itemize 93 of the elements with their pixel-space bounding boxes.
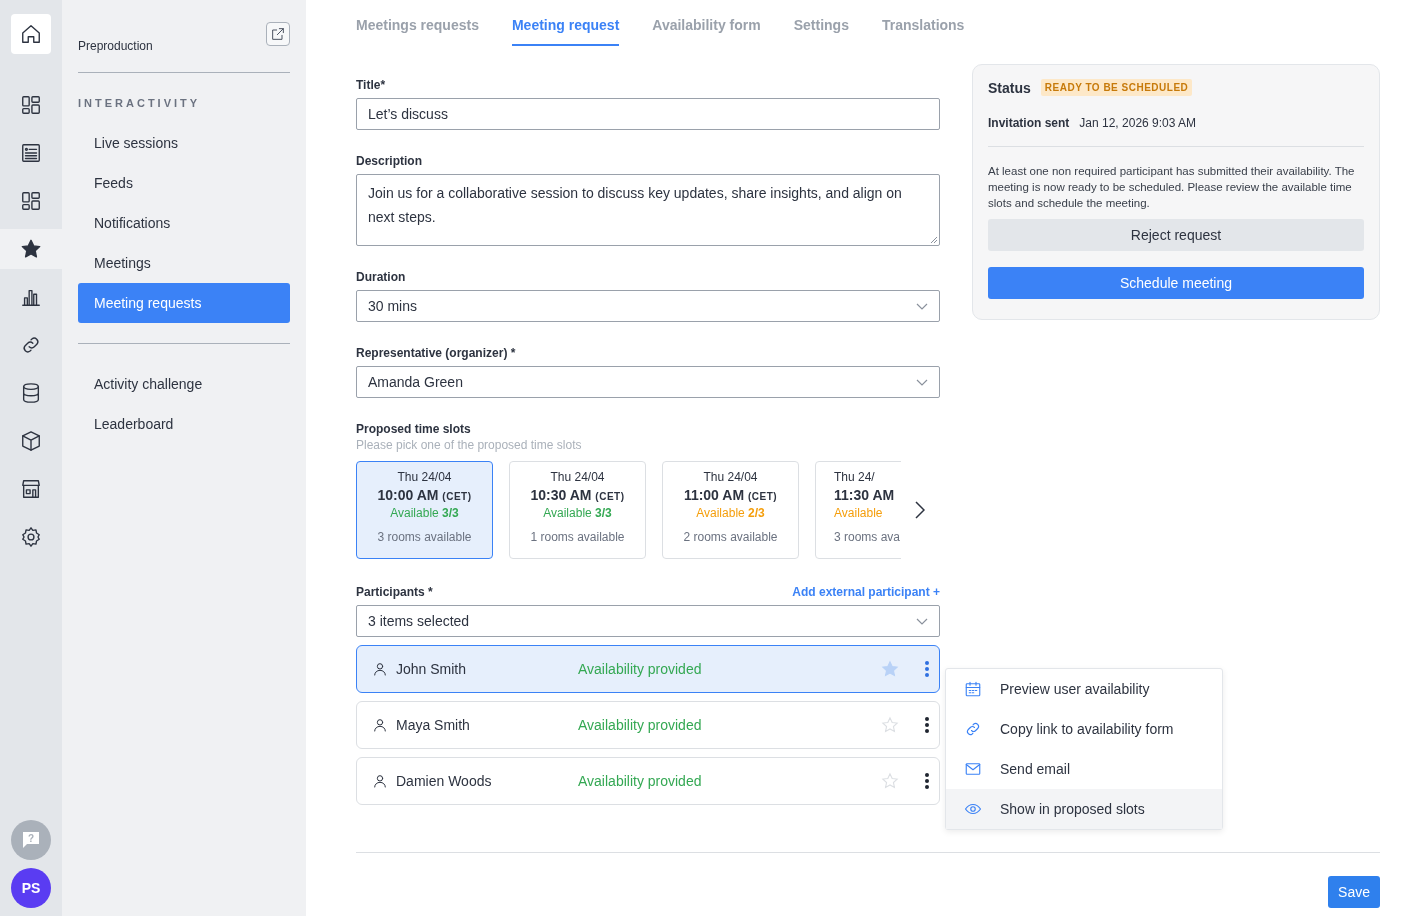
status-badge: READY TO BE SCHEDULED bbox=[1040, 79, 1193, 96]
select-field[interactable]: 30 mins bbox=[356, 290, 940, 322]
participant-name: Damien Woods bbox=[396, 773, 492, 789]
sidebar-item[interactable]: Live sessions bbox=[78, 123, 290, 163]
field-label: Description bbox=[356, 154, 423, 168]
box-icon bbox=[20, 430, 42, 452]
help-icon: ? bbox=[21, 830, 41, 850]
person-icon bbox=[372, 717, 388, 733]
slot-time: 11:30 AM bbox=[834, 487, 895, 503]
home-icon bbox=[20, 23, 42, 45]
database-icon bbox=[20, 382, 42, 404]
field-label: Participants * bbox=[356, 585, 433, 599]
slot-date: Thu 24/04 bbox=[397, 470, 452, 484]
participant-name: Maya Smith bbox=[396, 717, 470, 733]
nav-rail-item[interactable] bbox=[0, 229, 62, 269]
settings-icon bbox=[20, 526, 42, 548]
sidebar-item[interactable]: Meeting requests bbox=[78, 283, 290, 323]
slot-time: 11:00 AM (CET) bbox=[683, 487, 778, 503]
participant-name: John Smith bbox=[396, 661, 467, 677]
slot-availability: Available 3/3 bbox=[543, 506, 612, 520]
home-button[interactable] bbox=[11, 14, 51, 54]
star-icon[interactable] bbox=[881, 716, 899, 734]
field-label: Representative (organizer) * bbox=[356, 346, 517, 360]
availability-status: Availability provided bbox=[578, 773, 703, 789]
slot-availability: Available 2/3 bbox=[696, 506, 765, 520]
time-slot-card[interactable]: Thu 24/04 10:00 AM (CET) Available 3/3 3 rooms available bbox=[356, 461, 493, 559]
slot-rooms: 1 rooms available bbox=[530, 530, 625, 544]
slot-rooms: 2 rooms available bbox=[683, 530, 778, 544]
menu-item[interactable]: Preview user availability bbox=[946, 669, 1222, 709]
slot-rooms: 3 rooms ava bbox=[834, 530, 901, 544]
sidebar-item[interactable]: Meetings bbox=[78, 243, 290, 283]
status-message: At least one non required participant has submitted their availability. The meeting is now ready to be scheduled. Please review the available time slots and schedule the meeting. bbox=[988, 164, 1356, 211]
time-slot-card[interactable]: Thu 24/04 11:00 AM (CET) Available 2/3 2 rooms available bbox=[662, 461, 799, 559]
person-icon bbox=[372, 661, 388, 677]
participant-row[interactable]: Maya Smith Availability provided bbox=[356, 701, 940, 749]
title-field[interactable]: Let’s discuss bbox=[356, 98, 940, 130]
sidebar-item[interactable]: Activity challenge bbox=[78, 364, 290, 404]
reject-button[interactable]: Reject request bbox=[988, 219, 1364, 251]
star-icon[interactable] bbox=[881, 660, 899, 678]
open-external-button[interactable] bbox=[266, 22, 290, 46]
schedule-button[interactable]: Schedule meeting bbox=[988, 267, 1364, 299]
section-title: INTERACTIVITY bbox=[78, 97, 202, 109]
slot-time: 10:00 AM (CET) bbox=[377, 487, 472, 503]
slot-date: Thu 24/ bbox=[834, 470, 875, 484]
sidebar-item[interactable]: Notifications bbox=[78, 203, 290, 243]
field-label: Proposed time slots bbox=[356, 422, 472, 436]
save-button[interactable]: Save bbox=[1328, 876, 1380, 908]
resize-handle-icon bbox=[930, 236, 938, 244]
dashboard-icon bbox=[20, 190, 42, 212]
tab[interactable]: Meeting request bbox=[511, 17, 620, 46]
field-label: Duration bbox=[356, 270, 407, 284]
person-icon bbox=[372, 773, 388, 789]
invitation-date: Jan 12, 2026 9:03 AM bbox=[1079, 116, 1197, 130]
dashboard-icon bbox=[20, 94, 42, 116]
slot-availability: Available 3/3 bbox=[390, 506, 459, 520]
sidebar-item[interactable]: Feeds bbox=[78, 163, 290, 203]
participant-row[interactable]: John Smith Availability provided bbox=[356, 645, 940, 693]
menu-item[interactable]: Show in proposed slots bbox=[946, 789, 1222, 829]
participant-row[interactable]: Damien Woods Availability provided bbox=[356, 757, 940, 805]
sidebar-item[interactable]: Leaderboard bbox=[78, 404, 290, 444]
link-icon bbox=[20, 334, 42, 356]
select-field[interactable]: Amanda Green bbox=[356, 366, 940, 398]
menu-item[interactable]: Copy link to availability form bbox=[946, 709, 1222, 749]
field-label: Title* bbox=[356, 78, 387, 92]
slot-time: 10:30 AM (CET) bbox=[530, 487, 625, 503]
add-participant-link[interactable]: Add external participant + bbox=[792, 585, 940, 599]
more-options-icon[interactable] bbox=[925, 773, 929, 789]
availability-status: Availability provided bbox=[578, 661, 703, 677]
external-link-icon bbox=[270, 26, 286, 42]
more-options-icon[interactable] bbox=[925, 717, 929, 733]
hint-text: Please pick one of the proposed time slots bbox=[356, 438, 583, 452]
calendar-icon bbox=[964, 680, 982, 698]
invitation-label: Invitation sent bbox=[988, 116, 1070, 130]
slot-date: Thu 24/04 bbox=[703, 470, 758, 484]
menu-item[interactable]: Send email bbox=[946, 749, 1222, 789]
description-field[interactable]: Join us for a collaborative session to discuss key updates, share insights, and align on next steps. bbox=[356, 174, 940, 246]
slot-rooms: 3 rooms available bbox=[377, 530, 472, 544]
time-slot-card[interactable]: Thu 24/ 11:30 AM Available 3 rooms ava bbox=[815, 461, 901, 559]
star-icon[interactable] bbox=[881, 772, 899, 790]
news-icon bbox=[20, 142, 42, 164]
envelope-icon bbox=[964, 760, 982, 778]
status-title: Status bbox=[988, 79, 1031, 96]
store-icon bbox=[20, 478, 42, 500]
select-field[interactable]: 3 items selected bbox=[356, 605, 940, 637]
link-icon bbox=[964, 720, 982, 738]
slot-date: Thu 24/04 bbox=[550, 470, 605, 484]
user-avatar[interactable]: PS bbox=[11, 868, 51, 908]
chevron-right-icon[interactable] bbox=[915, 501, 925, 519]
time-slot-card[interactable]: Thu 24/04 10:30 AM (CET) Available 3/3 1 rooms available bbox=[509, 461, 646, 559]
environment-label: Preproduction bbox=[78, 39, 153, 53]
star-icon bbox=[20, 238, 42, 260]
availability-status: Availability provided bbox=[578, 717, 703, 733]
slot-availability: Available bbox=[834, 506, 883, 520]
